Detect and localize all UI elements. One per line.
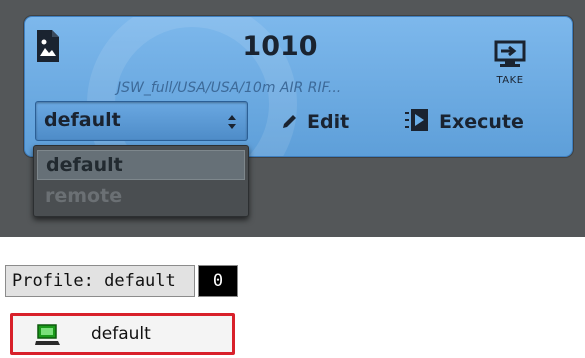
item-title: 1010 <box>242 31 318 62</box>
edit-button[interactable]: Edit <box>281 109 349 135</box>
profile-item-default[interactable]: default <box>10 313 235 355</box>
profile-select[interactable]: default <box>35 101 248 141</box>
execute-label: Execute <box>439 111 524 133</box>
updown-arrows-icon <box>227 114 237 134</box>
dropdown-option-remote[interactable]: remote <box>37 182 245 212</box>
execute-icon <box>405 107 429 137</box>
take-label: TAKE <box>496 75 524 86</box>
dropdown-option-default[interactable]: default <box>37 150 245 180</box>
computer-icon <box>35 324 61 350</box>
execute-button[interactable]: Execute <box>405 109 524 135</box>
profile-dropdown-list[interactable]: default remote <box>33 145 249 217</box>
document-image-icon <box>35 29 61 67</box>
playlist-item-card[interactable]: 1010 JSW_full/USA/USA/10m AIR RIF... TAK… <box>24 16 573 157</box>
edit-label: Edit <box>307 111 350 133</box>
profile-item-label: default <box>91 324 151 344</box>
pencil-icon <box>281 111 299 133</box>
profile-select-value: default <box>44 109 121 131</box>
profile-count: 0 <box>198 265 238 297</box>
profile-status: Profile: default <box>5 265 195 297</box>
take-icon <box>493 40 527 73</box>
item-path: JSW_full/USA/USA/10m AIR RIF... <box>117 80 342 96</box>
playlist-panel: 1010 JSW_full/USA/USA/10m AIR RIF... TAK… <box>0 0 585 237</box>
take-button[interactable]: TAKE <box>480 39 540 99</box>
